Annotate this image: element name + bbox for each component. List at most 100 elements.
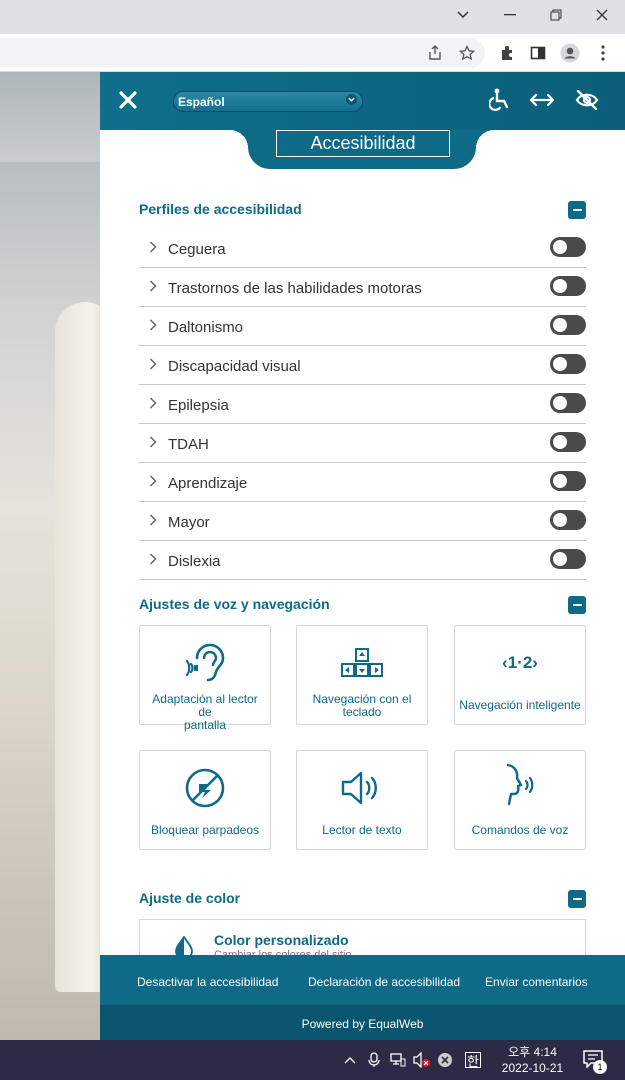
ime-indicator[interactable]: 한 [465, 1052, 481, 1069]
background-photo-figure [55, 302, 100, 992]
profile-row-motor[interactable]: Trastornos de las habilidades motoras [139, 268, 586, 307]
tile-label: Navegación inteligente [459, 699, 581, 712]
chevron-right-icon [149, 553, 157, 565]
panel-header: Español [100, 72, 625, 130]
profile-label: Daltonismo [168, 319, 244, 336]
profile-row-aprendizaje[interactable]: Aprendizaje [139, 463, 586, 502]
chevron-right-icon [149, 319, 157, 331]
profile-label: Ceguera [168, 241, 226, 258]
profile-row-dislexia[interactable]: Dislexia [139, 541, 586, 580]
send-feedback-link[interactable]: Enviar comentarios [485, 975, 588, 989]
profile-row-visual[interactable]: Discapacidad visual [139, 346, 586, 385]
chevron-down-icon [346, 94, 357, 108]
clock-date: 2022-10-21 [501, 1061, 564, 1075]
bookmark-star-icon[interactable] [456, 42, 478, 64]
minus-icon [572, 209, 582, 211]
tile-label-line-1: Navegación inteligente [459, 698, 581, 712]
profile-toggle[interactable] [550, 276, 586, 296]
accessibility-person-icon[interactable] [486, 86, 514, 114]
profile-row-epilepsia[interactable]: Epilepsia [139, 385, 586, 424]
profile-row-ceguera[interactable]: Ceguera [139, 229, 586, 268]
hide-eye-icon[interactable] [573, 86, 601, 114]
chevron-up-icon[interactable] [341, 1051, 359, 1069]
chevron-right-icon [149, 436, 157, 448]
profile-toggle[interactable] [550, 237, 586, 257]
profile-label: Mayor [168, 514, 210, 531]
notification-center-icon[interactable]: 1 [583, 1050, 607, 1074]
profile-row-daltonismo[interactable]: Daltonismo [139, 307, 586, 346]
profile-toggle[interactable] [550, 354, 586, 374]
profile-toggle[interactable] [550, 315, 586, 335]
cancel-circle-icon[interactable] [436, 1051, 454, 1069]
volume-muted-icon[interactable] [413, 1051, 431, 1069]
side-panel-icon[interactable] [527, 42, 549, 64]
profile-toggle[interactable] [550, 393, 586, 413]
address-bar[interactable] [0, 38, 485, 68]
toggle-knob [553, 240, 567, 254]
meet-icon[interactable] [365, 1051, 383, 1069]
color-collapse-button[interactable] [568, 890, 586, 908]
close-window-button[interactable] [579, 0, 625, 30]
minus-icon [572, 604, 582, 606]
close-panel-button[interactable] [114, 86, 142, 114]
tile-voice-commands[interactable]: Comandos de voz [454, 750, 586, 850]
taskbar-clock[interactable]: 오후 4:14 2022-10-21 [490, 1044, 575, 1076]
tile-block-flash[interactable]: Bloquear parpadeos [139, 750, 271, 850]
smart-navigation-glyph: ‹1·2› [502, 653, 538, 672]
keyboard-arrows-icon [297, 638, 427, 688]
profile-toggle[interactable] [550, 471, 586, 491]
accessibility-statement-link[interactable]: Declaración de accesibilidad [308, 975, 460, 989]
tile-text-reader[interactable]: Lector de texto [296, 750, 428, 850]
voice-nav-collapse-button[interactable] [568, 596, 586, 614]
panel-title: Accesibilidad [276, 130, 450, 157]
share-icon[interactable] [424, 42, 446, 64]
browser-menu-icon[interactable] [592, 42, 614, 64]
tab-search-icon[interactable] [440, 0, 486, 30]
profile-toggle[interactable] [550, 510, 586, 530]
profile-label: Aprendizaje [168, 475, 248, 492]
profile-label: Epilepsia [168, 397, 229, 414]
toggle-knob [553, 513, 567, 527]
language-select-value: Español [178, 95, 225, 109]
profile-label: TDAH [168, 436, 209, 453]
toggle-knob [553, 474, 567, 488]
browser-titlebar [0, 0, 625, 34]
extensions-icon[interactable] [496, 42, 518, 64]
profile-toggle[interactable] [550, 432, 586, 452]
taskbar: 한 오후 4:14 2022-10-21 1 [0, 1040, 625, 1080]
language-select[interactable]: Español [173, 91, 363, 112]
ear-icon [140, 638, 270, 688]
panel-footer: Desactivar la accesibilidad Declaración … [100, 955, 625, 1040]
profiles-section-title: Perfiles de accesibilidad [139, 201, 302, 217]
tile-label: Bloquear parpadeos [144, 824, 266, 837]
tile-label-line-2: teclado [342, 705, 382, 719]
toggle-knob [553, 357, 567, 371]
tile-label: Comandos de voz [459, 824, 581, 837]
tile-label-line-1: Lector de texto [322, 823, 402, 837]
disable-accessibility-link[interactable]: Desactivar la accesibilidad [137, 975, 278, 989]
profile-avatar-icon[interactable] [559, 42, 581, 64]
profile-row-tdah[interactable]: TDAH [139, 424, 586, 463]
tile-screen-reader[interactable]: Adaptación al lector de pantalla [139, 625, 271, 732]
minus-icon [572, 898, 582, 900]
block-flash-icon [140, 763, 270, 813]
tile-label: Navegación con el teclado [301, 693, 423, 719]
tile-label-line-2: pantalla [183, 718, 227, 732]
chevron-right-icon [149, 241, 157, 253]
toggle-knob [553, 279, 567, 293]
speaker-icon [297, 763, 427, 813]
network-icon[interactable] [389, 1051, 407, 1069]
panel-title-tab: Accesibilidad [248, 130, 476, 169]
tile-label-line-1: Bloquear parpadeos [150, 823, 260, 837]
minimize-button[interactable] [487, 0, 533, 30]
tile-label-line-1: Adaptación al lector de [152, 692, 258, 719]
profile-toggle[interactable] [550, 549, 586, 569]
restore-button[interactable] [533, 0, 579, 30]
tile-smart-navigation[interactable]: ‹1·2› Navegación inteligente [454, 625, 586, 725]
powered-by[interactable]: Powered by EqualWeb [100, 1005, 625, 1040]
profile-row-mayor[interactable]: Mayor [139, 502, 586, 541]
resize-panel-icon[interactable] [528, 86, 556, 114]
voice-nav-section-title: Ajustes de voz y navegación [139, 596, 330, 612]
profiles-collapse-button[interactable] [568, 201, 586, 219]
tile-keyboard-navigation[interactable]: Navegación con el teclado [296, 625, 428, 725]
